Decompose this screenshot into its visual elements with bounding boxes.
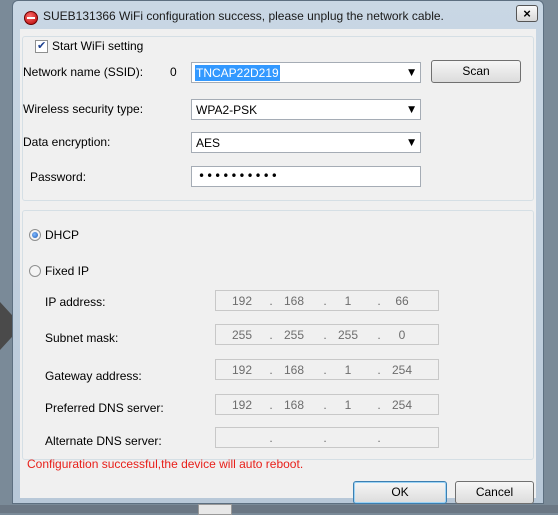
- start-wifi-toggle[interactable]: Start WiFi setting: [33, 38, 147, 54]
- ip-octet-1: 192: [231, 363, 253, 377]
- ok-button[interactable]: OK: [353, 481, 447, 504]
- ip-octet-2: 168: [283, 363, 305, 377]
- subnet-mask-label: Subnet mask:: [45, 331, 119, 345]
- gateway-field[interactable]: 192 . 168 . 1 . 254: [215, 359, 439, 380]
- encryption-value: AES: [196, 136, 221, 150]
- ip-octet-3: 1: [344, 363, 352, 377]
- ip-dot: .: [269, 431, 273, 445]
- start-wifi-label: Start WiFi setting: [52, 39, 144, 53]
- ssid-label: Network name (SSID):: [23, 65, 144, 79]
- title-bar[interactable]: SUEB131366 WiFi configuration success, p…: [13, 1, 543, 29]
- security-type-value: WPA2-PSK: [196, 103, 258, 117]
- cancel-button[interactable]: Cancel: [455, 481, 534, 504]
- ssid-combobox[interactable]: TNCAP22D219 ▼: [191, 62, 421, 83]
- ip-octet-4: 254: [391, 398, 413, 412]
- ip-address-label: IP address:: [45, 295, 106, 309]
- password-value: ••••••••••: [198, 169, 279, 183]
- security-type-label: Wireless security type:: [23, 102, 144, 116]
- dhcp-label[interactable]: DHCP: [45, 228, 79, 242]
- scan-button[interactable]: Scan: [431, 60, 521, 83]
- ip-address-field[interactable]: 192 . 168 . 1 . 66: [215, 290, 439, 311]
- encryption-select[interactable]: AES ▼: [191, 132, 421, 153]
- subnet-mask-field[interactable]: 255 . 255 . 255 . 0: [215, 324, 439, 345]
- fixed-ip-label[interactable]: Fixed IP: [45, 264, 89, 278]
- wifi-config-dialog: SUEB131366 WiFi configuration success, p…: [12, 0, 544, 504]
- gateway-label: Gateway address:: [45, 369, 142, 383]
- ip-octet-1: 255: [231, 328, 253, 342]
- ip-dot: .: [323, 431, 327, 445]
- security-type-select[interactable]: WPA2-PSK ▼: [191, 99, 421, 120]
- password-input[interactable]: ••••••••••: [191, 166, 421, 187]
- alternate-dns-field[interactable]: . . .: [215, 427, 439, 448]
- window-title: SUEB131366 WiFi configuration success, p…: [43, 9, 444, 23]
- triangle-down-icon[interactable]: ▼: [408, 105, 415, 115]
- preferred-dns-field[interactable]: 192 . 168 . 1 . 254: [215, 394, 439, 415]
- ip-octet-4: 254: [391, 363, 413, 377]
- ip-octet-3: 1: [344, 398, 352, 412]
- ip-octet-4: 0: [398, 328, 406, 342]
- fixed-ip-radio[interactable]: [29, 265, 41, 277]
- stop-icon: [24, 11, 38, 25]
- ip-octet-1: 192: [231, 398, 253, 412]
- ip-octet-2: 168: [283, 294, 305, 308]
- dhcp-radio[interactable]: [29, 229, 41, 241]
- triangle-down-icon[interactable]: ▼: [408, 68, 415, 78]
- ip-octet-4: 66: [395, 294, 409, 308]
- ip-octet-3: 255: [337, 328, 359, 342]
- close-button[interactable]: ×: [516, 5, 538, 22]
- ip-octet-1: 192: [231, 294, 253, 308]
- dialog-body: Start WiFi setting Network name (SSID): …: [20, 29, 536, 498]
- ip-octet-3: 1: [344, 294, 352, 308]
- ssid-value: TNCAP22D219: [195, 65, 280, 81]
- alternate-dns-label: Alternate DNS server:: [45, 434, 162, 448]
- ip-octet-2: 168: [283, 398, 305, 412]
- triangle-down-icon[interactable]: ▼: [408, 138, 415, 148]
- encryption-label: Data encryption:: [23, 135, 111, 149]
- preferred-dns-label: Preferred DNS server:: [45, 401, 164, 415]
- ip-octet-2: 255: [283, 328, 305, 342]
- ip-dot: .: [377, 431, 381, 445]
- password-label: Password:: [30, 170, 87, 184]
- background-thumbnail: [198, 504, 232, 515]
- status-message: Configuration successful,the device will…: [27, 457, 304, 471]
- background-strip: [0, 505, 558, 513]
- ssid-index: 0: [170, 65, 177, 79]
- start-wifi-checkbox[interactable]: [35, 39, 48, 53]
